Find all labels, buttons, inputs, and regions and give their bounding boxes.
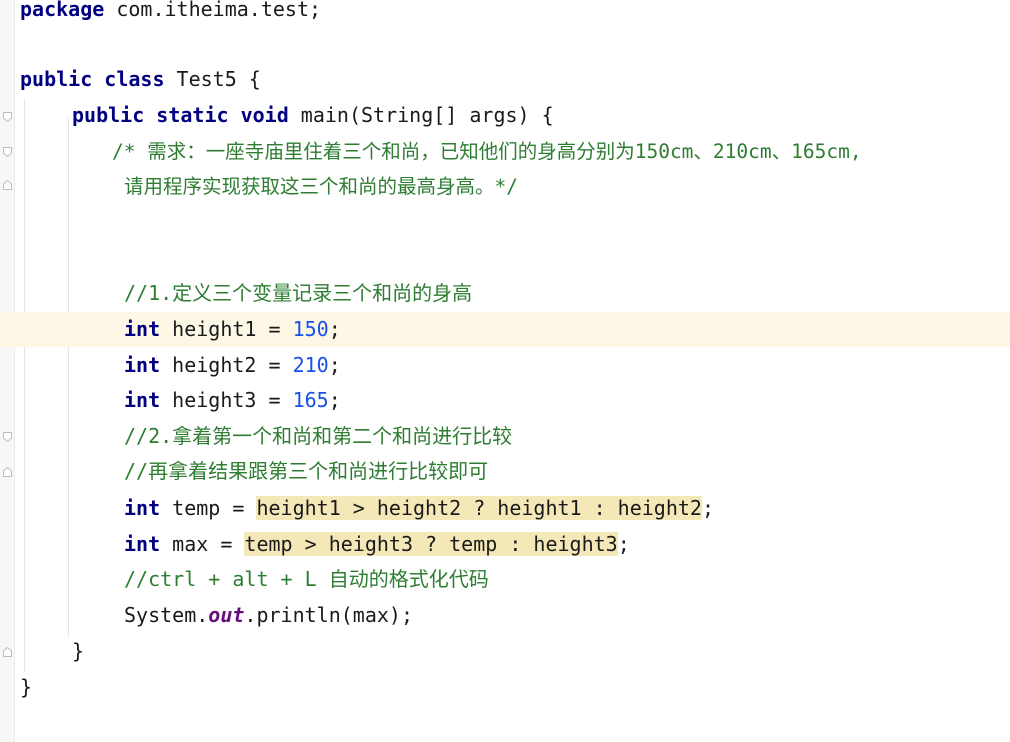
keyword: package xyxy=(20,0,105,21)
keyword: public xyxy=(72,103,145,127)
fold-marker-icon[interactable] xyxy=(3,112,12,122)
number-literal: 165 xyxy=(292,388,329,412)
code-line-temp[interactable]: int temp = height1 > height2 ? height1 :… xyxy=(124,491,714,526)
number-literal: 210 xyxy=(292,353,329,377)
code-line-height1[interactable]: int height1 = 150; xyxy=(124,312,341,347)
keyword: void xyxy=(240,103,289,127)
declaration: height2 = xyxy=(160,353,293,377)
ternary-expression-highlight: height1 > height2 ? height1 : height2 xyxy=(256,496,702,520)
indent-guide xyxy=(24,100,25,672)
keyword: public xyxy=(20,67,93,91)
fold-end-icon[interactable] xyxy=(3,467,12,477)
package-name: com.itheima.test; xyxy=(104,0,322,21)
code-line-comment-step1[interactable]: //1.定义三个变量记录三个和尚的身高 xyxy=(124,276,472,311)
semicolon: ; xyxy=(328,317,341,341)
keyword: int xyxy=(124,532,161,556)
closing-brace: } xyxy=(20,675,33,699)
code-line-max[interactable]: int max = temp > height3 ? temp : height… xyxy=(124,527,630,562)
comment-text: //2.拿着第一个和尚和第二个和尚进行比较 xyxy=(124,424,513,448)
static-field: out xyxy=(208,603,245,627)
declaration: max = xyxy=(160,532,245,556)
code-line-comment-step2b[interactable]: //再拿着结果跟第三个和尚进行比较即可 xyxy=(124,454,488,489)
code-line-height3[interactable]: int height3 = 165; xyxy=(124,383,341,418)
code-line-comment-requirement-cont[interactable]: 请用程序实现获取这三个和尚的最高身高。*/ xyxy=(124,169,518,204)
fold-marker-icon[interactable] xyxy=(3,147,12,157)
code-line-package[interactable]: package com.itheima.test; xyxy=(20,0,321,27)
comment-text: //ctrl + alt + L 自动的格式化代码 xyxy=(124,567,489,591)
code-line-method-close[interactable]: } xyxy=(72,634,84,669)
code-line-comment-format[interactable]: //ctrl + alt + L 自动的格式化代码 xyxy=(124,562,489,597)
keyword: class xyxy=(104,67,165,91)
keyword: static xyxy=(156,103,229,127)
code-line-class-decl[interactable]: public class Test5 { xyxy=(20,62,261,97)
declaration: height1 = xyxy=(160,317,293,341)
semicolon: ; xyxy=(617,532,630,556)
fold-end-icon[interactable] xyxy=(3,647,12,657)
method-signature: main(String[] args) { xyxy=(288,103,554,127)
code-line-height2[interactable]: int height2 = 210; xyxy=(124,348,341,383)
comment-text: 请用程序实现获取这三个和尚的最高身高。*/ xyxy=(124,175,518,198)
code-line-main-decl[interactable]: public static void main(String[] args) { xyxy=(72,98,554,133)
semicolon: ; xyxy=(328,388,341,412)
class-reference: System. xyxy=(124,603,209,627)
comment-text: //再拿着结果跟第三个和尚进行比较即可 xyxy=(124,459,489,483)
closing-brace: } xyxy=(72,639,85,663)
code-line-comment-requirement[interactable]: /* 需求：一座寺庙里住着三个和尚，已知他们的身高分别为150cm、210cm、… xyxy=(112,134,862,169)
code-line-println[interactable]: System.out.println(max); xyxy=(124,598,413,633)
comment-text: //1.定义三个变量记录三个和尚的身高 xyxy=(124,281,473,305)
semicolon: ; xyxy=(328,353,341,377)
keyword: int xyxy=(124,496,161,520)
number-literal: 150 xyxy=(292,317,329,341)
semicolon: ; xyxy=(701,496,715,520)
declaration: temp = xyxy=(160,496,257,520)
ternary-expression-highlight: temp > height3 ? temp : height3 xyxy=(244,532,618,556)
fold-end-icon[interactable] xyxy=(3,180,12,190)
class-name: Test5 { xyxy=(164,67,261,91)
gutter-divider xyxy=(14,0,15,742)
keyword: int xyxy=(124,353,161,377)
indent-guide xyxy=(68,118,69,636)
fold-marker-icon[interactable] xyxy=(3,432,12,442)
comment-text: /* 需求：一座寺庙里住着三个和尚，已知他们的身高分别为150cm、210cm、… xyxy=(112,140,862,163)
code-line-comment-step2[interactable]: //2.拿着第一个和尚和第二个和尚进行比较 xyxy=(124,419,512,454)
declaration: height3 = xyxy=(160,388,293,412)
keyword: int xyxy=(124,388,161,412)
keyword: int xyxy=(124,317,161,341)
method-call: .println(max); xyxy=(244,603,413,627)
code-line-class-close[interactable]: } xyxy=(20,670,32,705)
